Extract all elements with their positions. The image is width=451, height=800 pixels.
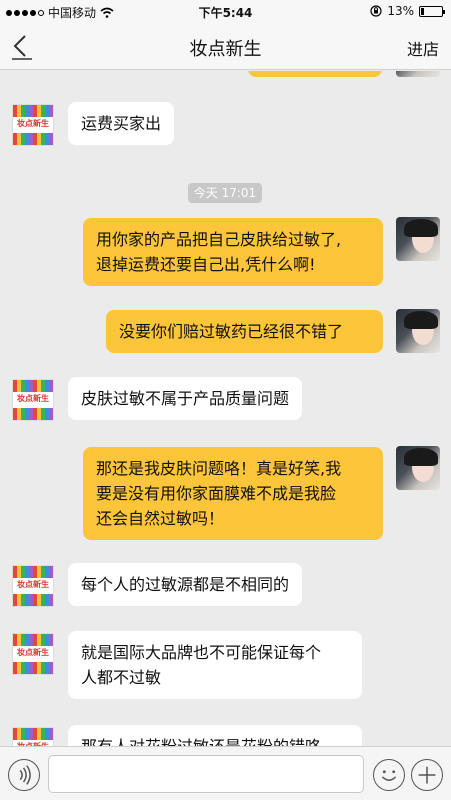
shop-avatar[interactable]: 妆点新生 <box>12 727 54 746</box>
battery-percent: 13% <box>387 4 414 18</box>
message-text-line: 要是没有用你家面膜难不成是我脸 <box>96 484 337 503</box>
visit-shop-button[interactable]: 进店 <box>407 36 439 60</box>
shop-avatar[interactable]: 妆点新生 <box>12 565 54 607</box>
message-text-line: 就是国际大品牌也不可能保证每个 <box>81 643 322 662</box>
message-bubble[interactable]: 没要你们赔过敏药已经很不错了 <box>106 310 383 353</box>
message-bubble[interactable]: 皮肤过敏不属于产品质量问题 <box>68 377 303 420</box>
previous-message-bubble <box>248 71 382 77</box>
shop-logo-text: 妆点新生 <box>17 119 49 128</box>
message-text: 没要你们赔过敏药已经很不错了 <box>119 322 344 341</box>
message-text-line: 那还是我皮肤问题咯！真是好笑,我 <box>96 459 342 478</box>
status-bar: 中国移动 下午5:44 13% <box>0 0 451 22</box>
logo-stripes <box>13 133 53 145</box>
shop-avatar[interactable]: 妆点新生 <box>12 104 54 146</box>
chat-area[interactable]: 妆点新生 运费买家出 今天 17:01 用你家的产品把自己皮肤给过敏了, 退掉运… <box>0 71 451 746</box>
logo-stripes <box>13 105 53 117</box>
logo-stripes <box>13 408 53 420</box>
shop-logo-text: 妆点新生 <box>17 580 49 589</box>
logo-stripes <box>13 634 53 646</box>
message-bubble[interactable]: 用你家的产品把自己皮肤给过敏了, 退掉运费还要自己出,凭什么啊! <box>83 218 383 286</box>
message-bubble[interactable]: 就是国际大品牌也不可能保证每个 人都不过敏 <box>68 631 362 699</box>
logo-stripes <box>13 566 53 578</box>
nav-bar: 妆点新生 进店 <box>0 22 451 70</box>
message-bubble[interactable]: 每个人的过敏源都是不相同的 <box>68 563 303 606</box>
battery-fill <box>421 7 424 15</box>
message-text-line: 退掉运费还要自己出,凭什么啊! <box>96 255 316 274</box>
user-avatar[interactable] <box>396 309 440 353</box>
user-avatar[interactable] <box>396 446 440 490</box>
message-text: 运费买家出 <box>81 114 162 133</box>
battery-icon <box>419 5 445 17</box>
message-text: 那有人对花粉过敏还是花粉的错咯 <box>81 737 321 746</box>
chat-title: 妆点新生 <box>189 39 262 60</box>
voice-icon[interactable] <box>8 759 40 791</box>
shop-logo-text: 妆点新生 <box>17 648 49 657</box>
logo-stripes <box>13 594 53 606</box>
time-separator: 今天 17:01 <box>188 183 262 203</box>
input-bar <box>0 746 451 800</box>
message-text-line: 人都不过敏 <box>81 668 162 687</box>
message-text-line: 用你家的产品把自己皮肤给过敏了, <box>96 230 342 249</box>
message-input[interactable] <box>48 755 364 793</box>
user-avatar <box>396 71 440 77</box>
message-text: 每个人的过敏源都是不相同的 <box>81 575 290 594</box>
user-avatar[interactable] <box>396 217 440 261</box>
plus-icon[interactable] <box>411 759 443 791</box>
emoji-icon[interactable] <box>373 759 405 791</box>
status-right: 13% <box>370 4 445 18</box>
message-text: 皮肤过敏不属于产品质量问题 <box>81 389 290 408</box>
message-bubble[interactable]: 那还是我皮肤问题咯！真是好笑,我 要是没有用你家面膜难不成是我脸 还会自然过敏吗… <box>83 447 383 540</box>
logo-stripes <box>13 728 53 740</box>
shop-logo-text: 妆点新生 <box>17 394 49 403</box>
logo-stripes <box>13 380 53 392</box>
rotation-lock-icon <box>370 5 382 17</box>
shop-avatar[interactable]: 妆点新生 <box>12 379 54 421</box>
message-text-line: 还会自然过敏吗！ <box>96 509 225 528</box>
message-bubble[interactable]: 那有人对花粉过敏还是花粉的错咯 <box>68 725 362 746</box>
message-bubble[interactable]: 运费买家出 <box>68 102 175 145</box>
logo-stripes <box>13 662 53 674</box>
shop-avatar[interactable]: 妆点新生 <box>12 633 54 675</box>
